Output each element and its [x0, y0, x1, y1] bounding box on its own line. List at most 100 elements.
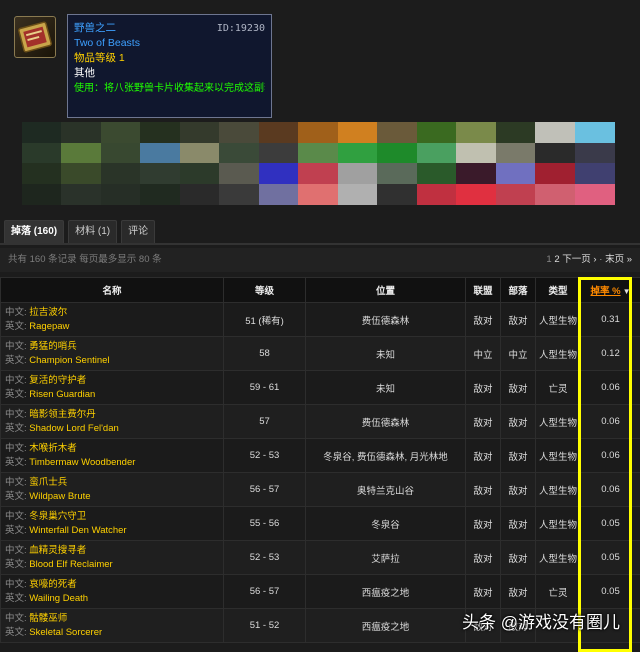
mosaic-pixel [259, 122, 299, 143]
npc-name-en[interactable]: Risen Guardian [29, 389, 95, 400]
npc-location: 未知 [306, 337, 466, 371]
beast-card-icon [14, 16, 56, 58]
table-row[interactable]: 中文: 复活的守护者 英文: Risen Guardian 59 - 61 未知… [1, 371, 640, 405]
mosaic-pixel [338, 143, 378, 164]
mosaic-pixel [259, 184, 299, 205]
npc-name-cn[interactable]: 复活的守护者 [29, 375, 86, 386]
npc-name-en[interactable]: Timbermaw Woodbender [29, 457, 135, 468]
table-row[interactable]: 中文: 拉吉波尔 英文: Ragepaw 51 (稀有) 费伍德森林 敌对 敌对… [1, 303, 640, 337]
npc-name-en[interactable]: Winterfall Den Watcher [29, 525, 126, 536]
horde-reaction: 敌对 [501, 473, 536, 507]
item-name-en: Two of Beasts [74, 36, 265, 51]
mosaic-pixel [140, 184, 180, 205]
table-row[interactable]: 中文: 冬泉巢穴守卫 英文: Winterfall Den Watcher 55… [1, 507, 640, 541]
mosaic-pixel [61, 143, 101, 164]
npc-name-en[interactable]: Shadow Lord Fel'dan [29, 423, 119, 434]
header-horde[interactable]: 部落 [501, 278, 536, 303]
last-page-link[interactable]: 末页 » [605, 254, 632, 265]
record-summary: 共有 160 条记录 每页最多显示 80 条 [8, 248, 162, 272]
header-name[interactable]: 名称 [1, 278, 224, 303]
model-preview-mosaic [22, 122, 614, 204]
drop-rate: 0.05 [581, 507, 640, 541]
mosaic-pixel [377, 143, 417, 164]
lang-en-label: 英文: [5, 525, 27, 536]
item-tooltip: 野兽之二 ID:19230 Two of Beasts 物品等级 1 其他 使用… [67, 14, 272, 118]
npc-level: 55 - 56 [224, 507, 306, 541]
lang-cn-label: 中文: [5, 511, 27, 522]
lang-en-label: 英文: [5, 559, 27, 570]
npc-level: 57 [224, 405, 306, 439]
next-page-link[interactable]: 下一页 › [562, 254, 596, 265]
npc-name-cn[interactable]: 木喉折木者 [29, 443, 77, 454]
header-type[interactable]: 类型 [536, 278, 581, 303]
alliance-reaction: 敌对 [466, 473, 501, 507]
table-row[interactable]: 中文: 血精灵搜寻者 英文: Blood Elf Reclaimer 52 - … [1, 541, 640, 575]
mosaic-pixel [496, 122, 536, 143]
alliance-reaction: 中立 [466, 337, 501, 371]
npc-name-cn[interactable]: 骷髅巫师 [29, 613, 67, 624]
header-location[interactable]: 位置 [306, 278, 466, 303]
npc-name-en[interactable]: Wailing Death [29, 593, 88, 604]
mosaic-pixel [456, 143, 496, 164]
drop-rate: 0.06 [581, 371, 640, 405]
table-row[interactable]: 中文: 木喉折木者 英文: Timbermaw Woodbender 52 - … [1, 439, 640, 473]
header-alliance[interactable]: 联盟 [466, 278, 501, 303]
npc-name-cn[interactable]: 拉吉波尔 [29, 307, 67, 318]
alliance-reaction: 敌对 [466, 439, 501, 473]
item-category: 其他 [74, 66, 265, 81]
npc-level: 59 - 61 [224, 371, 306, 405]
lang-cn-label: 中文: [5, 341, 27, 352]
lang-cn-label: 中文: [5, 307, 27, 318]
tab-divider [0, 243, 640, 245]
npc-name-cn[interactable]: 血精灵搜寻者 [29, 545, 86, 556]
tab-drops[interactable]: 掉落 (160) [4, 220, 64, 243]
lang-en-label: 英文: [5, 491, 27, 502]
header-droprate[interactable]: 掉率 %▼ [581, 278, 640, 303]
mosaic-pixel [575, 163, 615, 184]
npc-name-cn[interactable]: 冬泉巢穴守卫 [29, 511, 86, 522]
tab-comments[interactable]: 评论 [121, 220, 155, 243]
npc-type: 人型生物 [536, 541, 581, 575]
table-row[interactable]: 中文: 暗影领主费尔丹 英文: Shadow Lord Fel'dan 57 费… [1, 405, 640, 439]
npc-location: 未知 [306, 371, 466, 405]
npc-name-en[interactable]: Blood Elf Reclaimer [29, 559, 112, 570]
npc-level: 58 [224, 337, 306, 371]
npc-name-en[interactable]: Champion Sentinel [29, 355, 109, 366]
table-row[interactable]: 中文: 蛮爪士兵 英文: Wildpaw Brute 56 - 57 奥特兰克山… [1, 473, 640, 507]
tab-materials[interactable]: 材料 (1) [68, 220, 117, 243]
npc-name-en[interactable]: Ragepaw [29, 321, 69, 332]
mosaic-pixel [496, 143, 536, 164]
table-row[interactable]: 中文: 勇猛的哨兵 英文: Champion Sentinel 58 未知 中立… [1, 337, 640, 371]
lang-cn-label: 中文: [5, 545, 27, 556]
npc-name-cn[interactable]: 勇猛的哨兵 [29, 341, 77, 352]
npc-name-cn[interactable]: 哀嚎的死者 [29, 579, 77, 590]
mosaic-pixel [101, 122, 141, 143]
npc-name-cell: 中文: 哀嚎的死者 英文: Wailing Death [1, 575, 224, 609]
npc-name-cell: 中文: 蛮爪士兵 英文: Wildpaw Brute [1, 473, 224, 507]
npc-name-en[interactable]: Skeletal Sorcerer [29, 627, 102, 638]
npc-location: 冬泉谷 [306, 507, 466, 541]
mosaic-pixel [180, 163, 220, 184]
npc-name-en[interactable]: Wildpaw Brute [29, 491, 90, 502]
npc-level: 51 (稀有) [224, 303, 306, 337]
npc-name-cn[interactable]: 蛮爪士兵 [29, 477, 67, 488]
header-level[interactable]: 等级 [224, 278, 306, 303]
drop-rate: 0.12 [581, 337, 640, 371]
mosaic-pixel [535, 184, 575, 205]
mosaic-pixel [417, 122, 457, 143]
npc-name-cell: 中文: 木喉折木者 英文: Timbermaw Woodbender [1, 439, 224, 473]
page-2-link[interactable]: 2 [554, 254, 559, 265]
table-row[interactable]: 中文: 哀嚎的死者 英文: Wailing Death 56 - 57 西瘟疫之… [1, 575, 640, 609]
drop-table: 名称 等级 位置 联盟 部落 类型 掉率 %▼ 中文: 拉吉波尔 英文: Rag… [0, 277, 640, 643]
alliance-reaction: 敌对 [466, 541, 501, 575]
npc-level: 52 - 53 [224, 439, 306, 473]
npc-name-cn[interactable]: 暗影领主费尔丹 [29, 409, 96, 420]
mosaic-pixel [219, 143, 259, 164]
mosaic-pixel [140, 143, 180, 164]
mosaic-pixel [22, 122, 62, 143]
mosaic-pixel [535, 143, 575, 164]
mosaic-pixel [456, 163, 496, 184]
mosaic-pixel [496, 184, 536, 205]
drop-rate: 0.05 [581, 575, 640, 609]
drop-rate: 0.31 [581, 303, 640, 337]
